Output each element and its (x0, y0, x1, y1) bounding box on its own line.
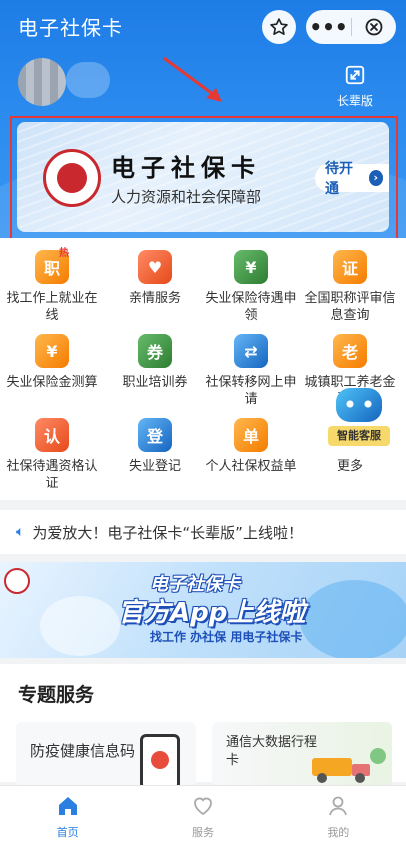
banner-line-2: 官方App上线啦 (118, 598, 306, 628)
service-item-calculator[interactable]: ¥ 失业保险金测算 (4, 334, 100, 391)
close-icon (365, 18, 383, 36)
service-item-rights-sheet[interactable]: 单 个人社保权益单 (203, 418, 299, 475)
bottom-tab-bar: 首页 服务 我的 (0, 785, 406, 843)
heart-icon (151, 751, 169, 769)
tab-label: 服务 (191, 826, 214, 839)
rights-sheet-icon: 单 (234, 418, 268, 452)
job-search-icon: 职 热 (35, 248, 69, 284)
family-heart-icon: ♥ (138, 250, 172, 284)
service-item-training[interactable]: 券 职业培训券 (107, 334, 203, 391)
close-button[interactable] (352, 17, 396, 37)
service-label: 找工作上就业在线 (6, 291, 98, 323)
highlight-frame (10, 116, 398, 240)
service-label: 社保转移网上申请 (205, 375, 297, 407)
social-security-seal-logo (4, 568, 30, 594)
hot-badge: 热 (59, 248, 69, 259)
favorite-button[interactable] (262, 10, 296, 44)
travel-illustration-icon (312, 748, 386, 783)
service-item-title-review[interactable]: 证 全国职称评审信息查询 (302, 250, 398, 324)
service-label: 社保待遇资格认证 (6, 459, 98, 491)
registration-icon: 登 (138, 418, 172, 452)
banner-line-3: 找工作 办社保 用电子社保卡 (150, 630, 303, 644)
service-item-job[interactable]: 职 热 找工作上就业在线 (4, 248, 100, 324)
more-dots-icon[interactable]: ••• (306, 10, 351, 44)
service-label: 亲情服务 (128, 291, 181, 306)
service-grid: 职 热 找工作上就业在线 ♥ 亲情服务 ¥ 失业保险待遇申领 证 全国职称评审信… (0, 238, 406, 500)
tab-profile[interactable]: 我的 (271, 786, 406, 843)
service-label: 全国职称评审信息查询 (304, 291, 396, 323)
tab-label: 首页 (56, 826, 79, 839)
notice-bar[interactable]: 🔈︎ 为爱放大！电子社保卡“长辈版”上线啦！ (0, 510, 406, 554)
title-review-icon: 证 (333, 250, 367, 284)
service-item-registration[interactable]: 登 失业登记 (107, 418, 203, 475)
mini-program-capsule: ••• (306, 10, 396, 44)
service-label: 职业培训券 (122, 375, 188, 390)
tab-label: 我的 (327, 826, 350, 839)
service-label: 个人社保权益单 (205, 459, 297, 474)
banner-decoration (40, 596, 120, 656)
service-item-unemployment-benefit[interactable]: ¥ 失业保险待遇申领 (203, 250, 299, 324)
avatar[interactable] (18, 58, 66, 106)
section-heading: 专题服务 (18, 684, 95, 706)
service-label: 失业登记 (128, 459, 181, 474)
elder-mode-button[interactable]: 长辈版 (330, 64, 380, 109)
elder-mode-label: 长辈版 (336, 94, 373, 108)
star-icon (270, 18, 288, 36)
service-label: 失业保险待遇申领 (205, 291, 297, 323)
special-services-section: 专题服务 防疫健康信息码 通信大数据行程卡 (0, 664, 406, 786)
service-card-label: 通信大数据行程卡 (226, 735, 318, 768)
pension-icon: 老 (333, 334, 367, 368)
home-icon (58, 797, 77, 815)
username-blurred (66, 62, 110, 98)
service-item-certification[interactable]: 认 社保待遇资格认证 (4, 418, 100, 492)
phone-icon (140, 734, 180, 786)
transfer-icon: ⇄ (234, 334, 268, 368)
service-item-transfer[interactable]: ⇄ 社保转移网上申请 (203, 334, 299, 408)
promo-banner[interactable]: 电子社保卡 官方App上线啦 找工作 办社保 用电子社保卡 (0, 562, 406, 658)
service-item-family[interactable]: ♥ 亲情服务 (107, 250, 203, 307)
elder-mode-icon (345, 65, 365, 85)
assistant-label: 智能客服 (328, 426, 390, 446)
service-card-itinerary[interactable]: 通信大数据行程卡 (212, 722, 392, 786)
app-title: 电子社保卡 (18, 16, 123, 40)
smart-assistant-button[interactable]: 智能客服 (328, 388, 390, 446)
speaker-icon: 🔈︎ (16, 524, 25, 540)
heart-service-icon (194, 797, 212, 816)
training-voucher-icon: 券 (138, 334, 172, 368)
banner-decoration (300, 580, 406, 658)
tab-services[interactable]: 服务 (135, 786, 270, 843)
service-card-label: 防疫健康信息码 (30, 742, 136, 760)
annotation-arrow-icon (163, 56, 222, 102)
robot-eyes (346, 400, 372, 408)
service-card-health-code[interactable]: 防疫健康信息码 (16, 722, 196, 786)
calculator-icon: ¥ (35, 334, 69, 368)
certification-icon: 认 (35, 418, 69, 452)
service-label: 更多 (336, 459, 363, 474)
notice-text: 为爱放大！电子社保卡“长辈版”上线啦！ (32, 523, 303, 542)
tab-home[interactable]: 首页 (0, 786, 135, 843)
profile-icon (329, 796, 348, 816)
unemployment-benefit-icon: ¥ (234, 250, 268, 284)
service-label: 失业保险金测算 (6, 375, 98, 390)
